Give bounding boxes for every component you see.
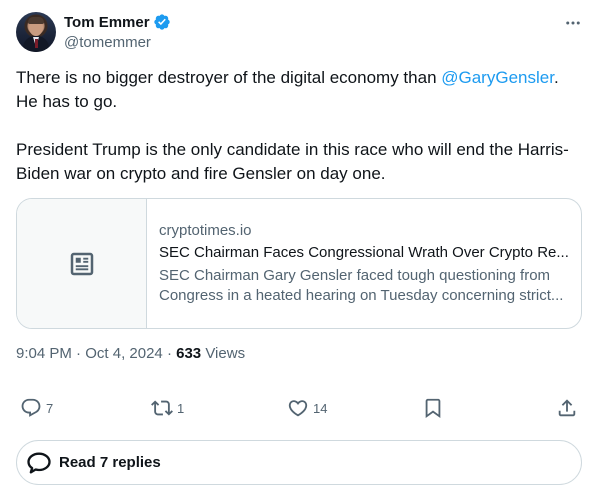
author-handle[interactable]: @tomemmer	[64, 34, 151, 51]
more-options-icon[interactable]	[564, 14, 582, 32]
tweet-text-segment: There is no bigger destroyer of the digi…	[16, 68, 442, 87]
card-domain: cryptotimes.io	[159, 222, 252, 239]
author-name[interactable]: Tom Emmer	[64, 14, 150, 31]
verified-badge-icon[interactable]	[153, 13, 171, 31]
author-name-row: Tom Emmer	[64, 13, 171, 31]
tweet-meta: 9:04 PM · Oct 4, 2024 · 633 Views	[16, 345, 245, 362]
card-title: SEC Chairman Faces Congressional Wrath O…	[159, 244, 569, 261]
tweet-header: Tom Emmer @tomemmer	[16, 12, 582, 54]
repost-count: 1	[177, 400, 185, 416]
read-replies-button[interactable]: Read 7 replies	[16, 440, 582, 485]
bookmark-icon	[425, 398, 441, 419]
views-count: 633	[176, 345, 202, 362]
like-button[interactable]: 14	[287, 396, 327, 420]
link-preview-card[interactable]: cryptotimes.io SEC Chairman Faces Congre…	[16, 198, 582, 329]
like-icon	[288, 400, 308, 417]
tweet-paragraph-1: There is no bigger destroyer of the digi…	[16, 66, 582, 90]
like-count: 14	[313, 400, 328, 416]
card-thumbnail	[17, 199, 147, 328]
repost-icon	[151, 400, 173, 416]
bookmark-button[interactable]	[422, 396, 444, 420]
reply-button[interactable]: 7	[20, 396, 53, 420]
tweet-date[interactable]: Oct 4, 2024	[85, 345, 163, 362]
views-label: Views	[201, 345, 246, 362]
meta-separator: ·	[162, 345, 177, 362]
card-description: SEC Chairman Gary Gensler faced tough qu…	[159, 267, 564, 304]
tweet-text-segment: .	[553, 68, 559, 87]
action-bar: 7 1 14	[16, 396, 582, 420]
speech-bubble-icon	[27, 452, 51, 473]
tweet-time[interactable]: 9:04 PM	[16, 345, 72, 362]
tweet-line-2: He has to go.	[16, 92, 118, 111]
meta-separator: ·	[71, 345, 86, 362]
reply-count: 7	[46, 400, 54, 416]
card-body: cryptotimes.io SEC Chairman Faces Congre…	[147, 199, 581, 328]
avatar[interactable]	[16, 12, 56, 52]
share-button[interactable]	[556, 396, 578, 420]
mention-link[interactable]: @GaryGensler	[441, 68, 554, 87]
reply-icon	[21, 398, 41, 417]
article-icon	[70, 252, 93, 275]
tweet-text: There is no bigger destroyer of the digi…	[16, 66, 582, 186]
read-replies-label: Read 7 replies	[59, 454, 161, 471]
tweet-paragraph-2: President Trump is the only candidate in…	[16, 140, 569, 183]
share-icon	[558, 399, 576, 417]
repost-button[interactable]: 1	[151, 396, 184, 420]
